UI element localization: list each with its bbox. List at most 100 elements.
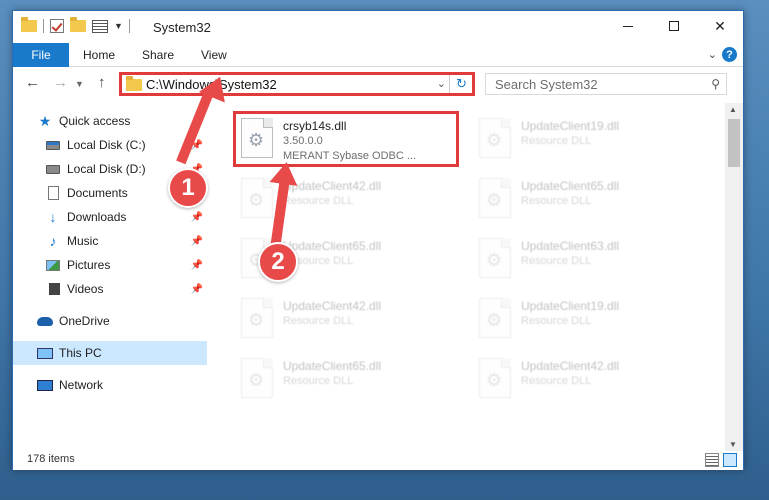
search-input[interactable]: Search System32 ⚲ — [485, 73, 727, 95]
dll-file-icon — [241, 358, 273, 398]
tab-file[interactable]: File — [13, 43, 69, 67]
sidebar-item-label: OneDrive — [59, 314, 110, 328]
sidebar-item-label: Quick access — [59, 114, 131, 128]
chevron-down-icon[interactable]: ▼ — [114, 21, 123, 31]
dll-file-icon — [241, 298, 273, 338]
sidebar-item-this-pc[interactable]: This PC — [13, 341, 207, 365]
scroll-down-icon[interactable]: ▼ — [729, 440, 737, 449]
file-item[interactable]: UpdateClient65.dll Resource DLL — [471, 171, 691, 229]
sidebar-item-label: Local Disk (C:) — [67, 138, 146, 152]
file-name: UpdateClient42.dll — [521, 359, 620, 373]
scroll-thumb[interactable] — [728, 119, 740, 167]
dll-file-icon — [479, 298, 511, 338]
item-count: 178 items — [27, 453, 75, 465]
file-description: Resource DLL — [521, 375, 592, 387]
file-item[interactable]: UpdateClient63.dll Resource DLL — [471, 231, 691, 289]
refresh-icon[interactable]: ↻ — [456, 76, 467, 92]
file-name: UpdateClient19.dll — [521, 299, 620, 313]
file-item[interactable]: UpdateClient42.dll Resource DLL — [233, 291, 453, 349]
customize-toolbar-icon[interactable] — [92, 19, 108, 33]
dll-file-icon — [479, 178, 511, 218]
file-name: UpdateClient42.dll — [283, 299, 382, 313]
new-folder-icon[interactable] — [70, 17, 86, 32]
dll-file-icon — [479, 118, 511, 158]
pin-icon[interactable]: 📌 — [191, 212, 203, 223]
sidebar-item-videos[interactable]: Videos 📌 — [13, 277, 207, 301]
sidebar-item-label: Local Disk (D:) — [67, 162, 146, 176]
tab-share[interactable]: Share — [142, 48, 174, 62]
forward-arrow-icon[interactable]: → — [53, 74, 68, 91]
file-name: UpdateClient65.dll — [283, 239, 382, 253]
file-item[interactable]: UpdateClient42.dll Resource DLL — [233, 171, 453, 229]
highlight-box — [233, 111, 459, 167]
music-icon: ♪ — [49, 233, 57, 249]
file-name: UpdateClient65.dll — [521, 179, 620, 193]
file-description: Resource DLL — [521, 315, 592, 327]
video-icon — [45, 282, 61, 296]
back-arrow-icon[interactable]: ← — [25, 74, 40, 91]
expand-ribbon-icon[interactable]: ⌄ — [708, 48, 717, 61]
file-description: Resource DLL — [283, 195, 354, 207]
address-bar[interactable]: C:\Windows\System32 ⌄ ↻ — [119, 72, 475, 96]
step-1-badge: 1 — [168, 168, 208, 208]
sidebar-item-quick-access[interactable]: ★ Quick access — [13, 109, 207, 133]
folder-icon — [126, 76, 142, 91]
disk-icon — [45, 162, 61, 176]
file-name: UpdateClient65.dll — [283, 359, 382, 373]
tab-home[interactable]: Home — [83, 48, 115, 62]
recent-locations-icon[interactable]: ▼ — [75, 79, 84, 89]
maximize-icon — [669, 21, 679, 31]
large-icons-view-icon[interactable] — [723, 453, 737, 467]
tab-view[interactable]: View — [201, 48, 227, 62]
document-icon — [45, 186, 61, 200]
pin-icon[interactable]: 📌 — [191, 236, 203, 247]
close-button[interactable]: ✕ — [697, 11, 743, 41]
up-arrow-icon[interactable]: ↑ — [98, 74, 106, 91]
pictures-icon — [45, 258, 61, 272]
help-icon[interactable]: ? — [722, 47, 737, 62]
file-item[interactable]: UpdateClient19.dll Resource DLL — [471, 291, 691, 349]
pin-icon[interactable]: 📌 — [191, 284, 203, 295]
sidebar-item-network[interactable]: Network — [13, 373, 207, 397]
sidebar-item-label: Videos — [67, 282, 104, 296]
toolbar-divider — [128, 19, 130, 33]
disk-icon — [45, 138, 61, 152]
network-icon — [37, 378, 53, 392]
file-item[interactable]: UpdateClient42.dll Resource DLL — [471, 351, 691, 409]
maximize-button[interactable] — [651, 11, 697, 41]
file-description: Resource DLL — [283, 375, 354, 387]
details-view-icon[interactable] — [705, 453, 719, 467]
address-divider — [449, 75, 450, 93]
file-description: Resource DLL — [521, 195, 592, 207]
dll-file-icon — [241, 178, 273, 218]
search-placeholder: Search System32 — [495, 77, 598, 92]
minimize-icon — [623, 25, 633, 27]
window-title: System32 — [153, 20, 211, 35]
dll-file-icon — [479, 358, 511, 398]
title-bar: ▼ System32 ✕ — [13, 11, 743, 43]
sidebar-item-pictures[interactable]: Pictures 📌 — [13, 253, 207, 277]
toolbar-divider — [43, 19, 44, 33]
scroll-up-icon[interactable]: ▲ — [729, 105, 737, 114]
dll-file-icon — [479, 238, 511, 278]
sidebar-item-downloads[interactable]: ↓ Downloads 📌 — [13, 205, 207, 229]
pin-icon[interactable]: 📌 — [191, 260, 203, 271]
properties-check-icon[interactable] — [50, 19, 64, 33]
vertical-scrollbar[interactable]: ▲ ▼ — [725, 103, 743, 451]
sidebar-item-label: Music — [67, 234, 99, 248]
file-item[interactable]: UpdateClient65.dll Resource DLL — [233, 351, 453, 409]
file-description: Resource DLL — [521, 255, 592, 267]
computer-icon — [37, 346, 53, 360]
download-icon: ↓ — [49, 209, 57, 225]
chevron-down-icon[interactable]: ⌄ — [437, 77, 446, 90]
navigation-bar: ← → ▼ ↑ C:\Windows\System32 ⌄ ↻ Search S… — [13, 67, 743, 101]
explorer-window: ▼ System32 ✕ File Home Share View ⌄ ? ← … — [12, 10, 744, 470]
annotation-arrowhead-2 — [269, 160, 301, 186]
file-description: Resource DLL — [283, 315, 354, 327]
search-icon[interactable]: ⚲ — [711, 77, 720, 91]
folder-icon[interactable] — [21, 17, 37, 32]
file-item[interactable]: UpdateClient19.dll Resource DLL — [471, 111, 691, 169]
sidebar-item-music[interactable]: ♪ Music 📌 — [13, 229, 207, 253]
minimize-button[interactable] — [605, 11, 651, 41]
sidebar-item-onedrive[interactable]: OneDrive — [13, 309, 207, 333]
